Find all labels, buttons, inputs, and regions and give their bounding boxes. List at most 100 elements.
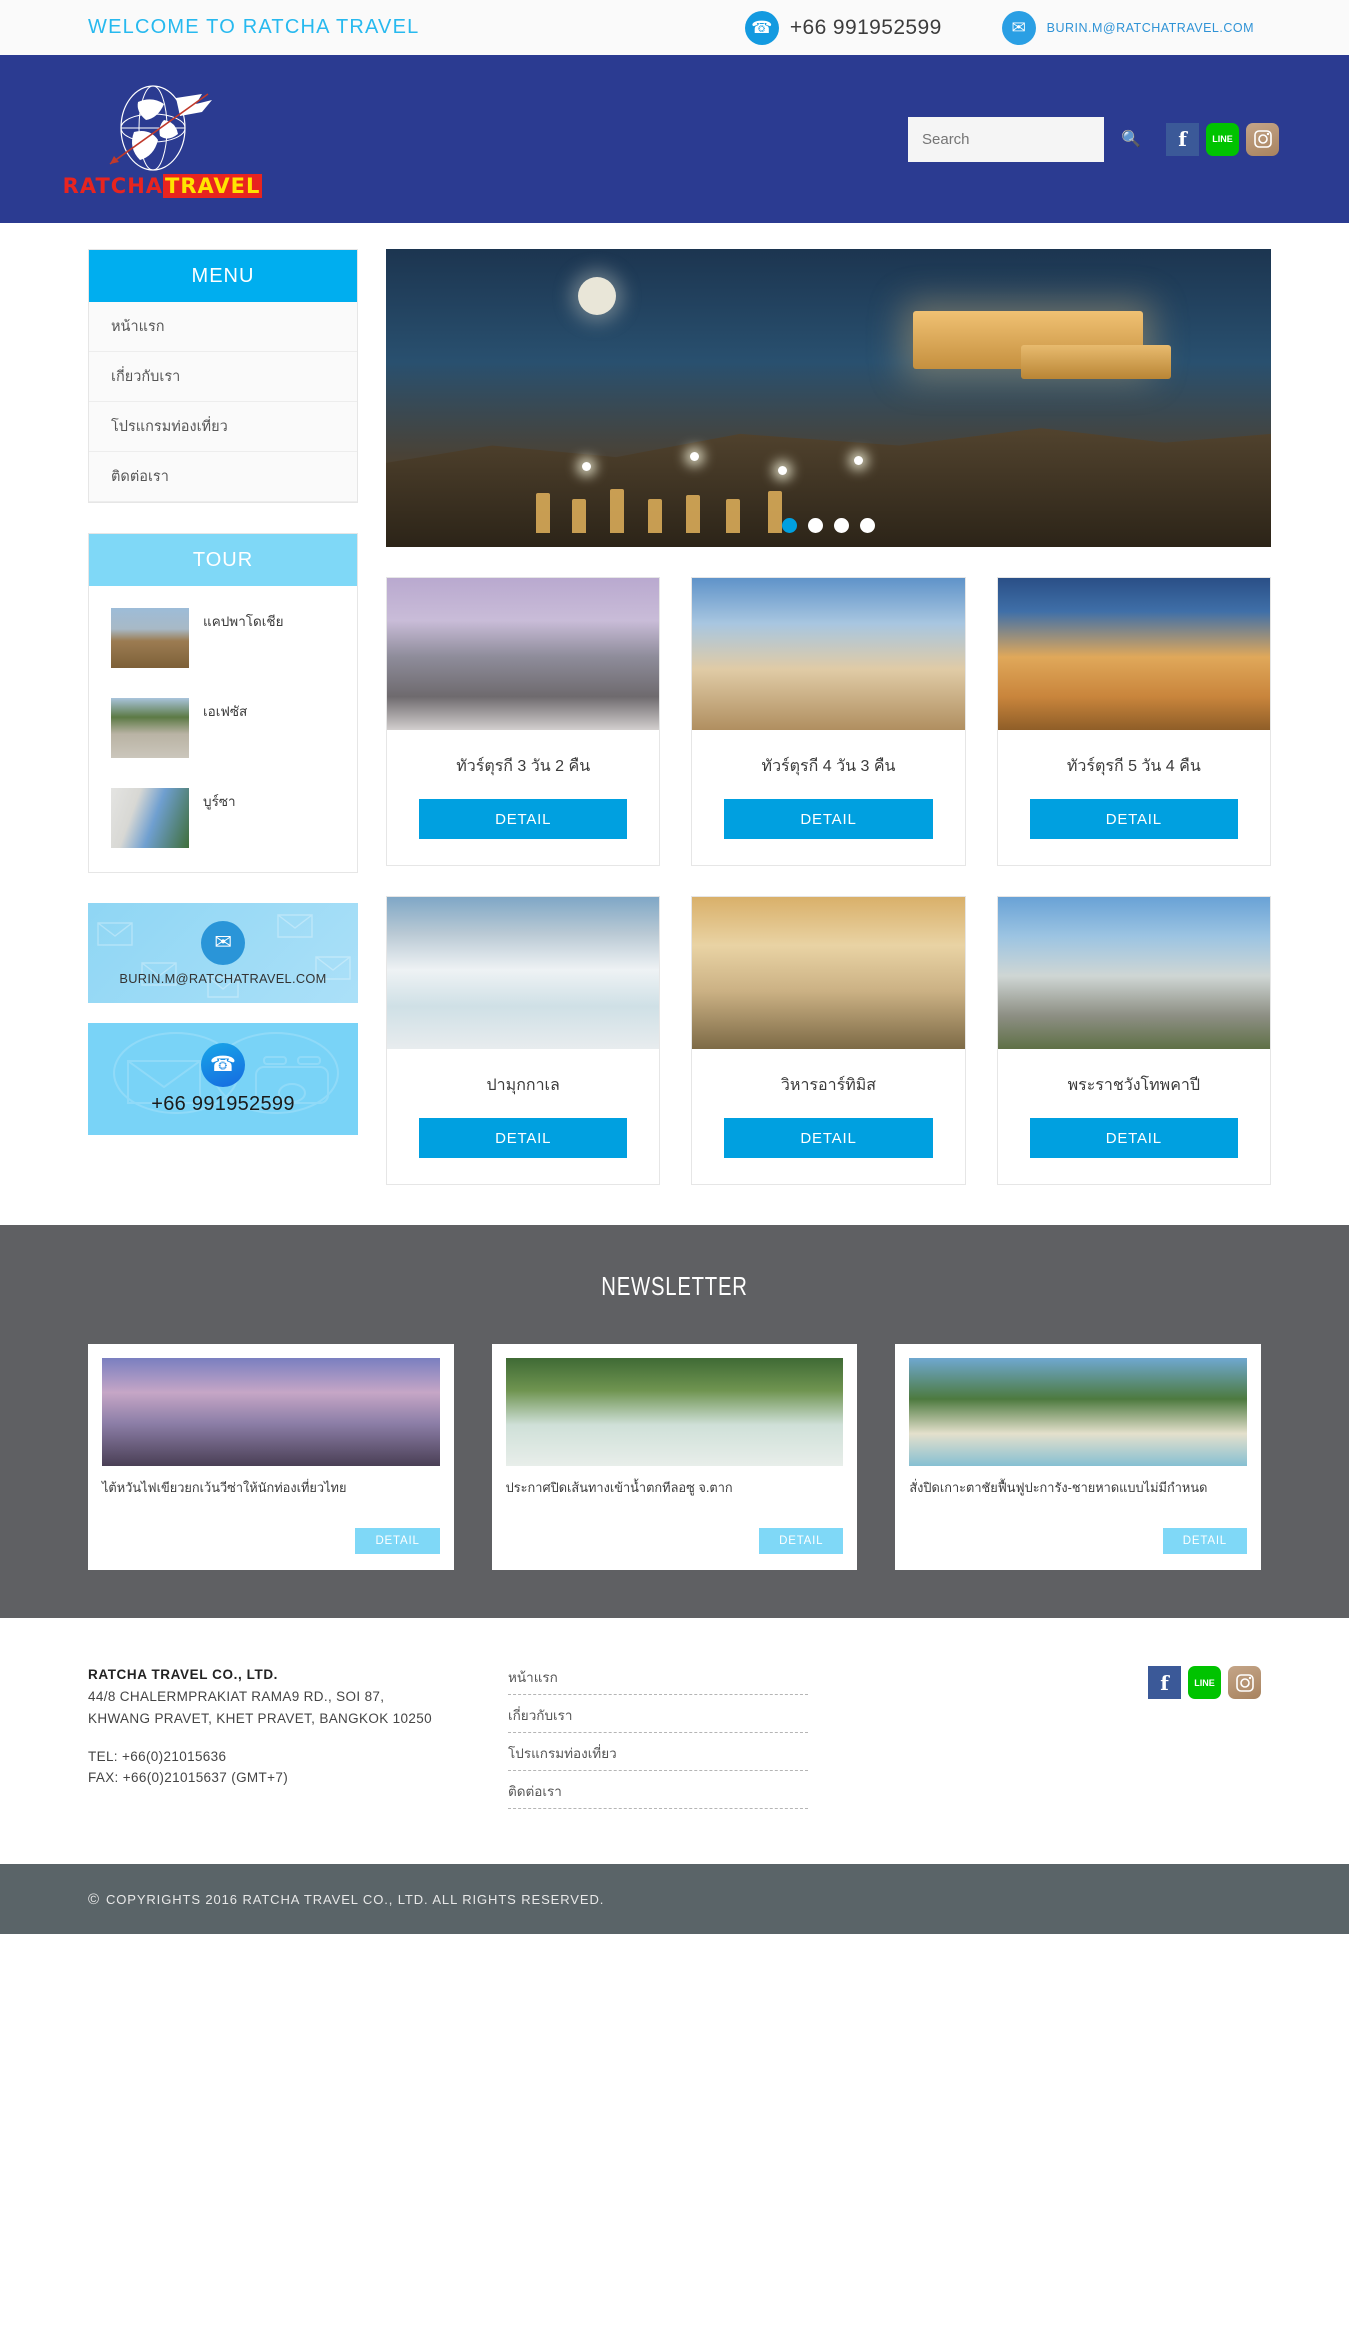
footer-fax: FAX: +66(0)21015637 (GMT+7) xyxy=(88,1770,289,1786)
footer-nav: หน้าแรก เกี่ยวกับเรา โปรแกรมท่องเที่ยว ต… xyxy=(508,1664,808,1818)
search-input[interactable] xyxy=(922,130,1121,148)
footer-divider xyxy=(508,1808,808,1809)
footer-spacer xyxy=(88,1730,508,1746)
tour-card-image xyxy=(997,897,1270,1049)
copyright-bar: © COPYRIGHTS 2016 RATCHA TRAVEL CO., LTD… xyxy=(0,1864,1349,1934)
tour-panel: TOUR แคปพาโดเชีย เอเฟซัส บูร์ซา xyxy=(88,533,358,873)
tour-card-title: ทัวร์ตุรกี 5 วัน 4 คืน xyxy=(1066,758,1201,775)
tour-card[interactable]: ทัวร์ตุรกี 3 วัน 2 คืน DETAIL xyxy=(386,577,661,866)
instagram-icon[interactable] xyxy=(1228,1666,1261,1699)
logo[interactable]: RATCHATRAVEL xyxy=(63,80,263,198)
list-item[interactable]: แคปพาโดเชีย xyxy=(111,608,341,668)
tour-card[interactable]: ทัวร์ตุรกี 4 วัน 3 คืน DETAIL xyxy=(691,577,966,866)
header-social-links: f LINE xyxy=(1166,122,1279,156)
tour-card-button-wrap: DETAIL xyxy=(998,799,1270,865)
newsletter-card-text: ประกาศปิดเส้นทางเข้าน้ำตกทีลอซู จ.ตาก xyxy=(505,1480,733,1495)
tour-card-title: วิหารอาร์ทิมิส xyxy=(780,1077,877,1094)
detail-button[interactable]: DETAIL xyxy=(1029,799,1238,839)
tour-card-grid-row2: ปามุกกาเล DETAIL วิหารอาร์ทิมิส DETAIL พ… xyxy=(386,896,1271,1185)
detail-button[interactable]: DETAIL xyxy=(759,1528,844,1554)
sidebar: MENU หน้าแรก เกี่ยวกับเรา โปรแกรมท่องเที… xyxy=(88,249,358,1155)
tour-card-image xyxy=(692,578,965,730)
tour-card[interactable]: พระราชวังโทพคาปี DETAIL xyxy=(996,896,1271,1185)
contact-email-text: BURIN.M@RATCHATRAVEL.COM xyxy=(119,970,327,986)
slider-dot-1[interactable] xyxy=(782,518,797,533)
facebook-icon[interactable]: f xyxy=(1148,1666,1181,1699)
footer-company-name: RATCHA TRAVEL CO., LTD. xyxy=(88,1667,279,1682)
tour-thumbnail xyxy=(111,608,189,668)
slider-dots[interactable] xyxy=(386,518,1271,533)
tour-list: แคปพาโดเชีย เอเฟซัส บูร์ซา xyxy=(89,586,357,872)
footer-address-line-2: KHWANG PRAVET, KHET PRAVET, BANGKOK 1025… xyxy=(88,1710,432,1726)
topbar-email[interactable]: ✉ BURIN.M@RATCHATRAVEL.COM xyxy=(1001,10,1254,45)
footer-nav-item-about[interactable]: เกี่ยวกับเรา xyxy=(508,1704,808,1732)
slider-dot-2[interactable] xyxy=(808,518,823,533)
tour-card[interactable]: ทัวร์ตุรกี 5 วัน 4 คืน DETAIL xyxy=(996,577,1271,866)
footer-nav-item-home[interactable]: หน้าแรก xyxy=(508,1666,808,1694)
tour-card-image xyxy=(997,578,1270,730)
sidebar-item-programs[interactable]: โปรแกรมท่องเที่ยว xyxy=(89,402,357,452)
sidebar-item-home[interactable]: หน้าแรก xyxy=(89,302,357,352)
sidebar-item-contact[interactable]: ติดต่อเรา xyxy=(89,452,357,502)
tour-card-title: ทัวร์ตุรกี 4 วัน 3 คืน xyxy=(761,758,896,775)
newsletter-card[interactable]: สั่งปิดเกาะตาชัยฟื้นฟูปะการัง-ชายหาดแบบไ… xyxy=(895,1344,1262,1570)
footer-nav-item-contact[interactable]: ติดต่อเรา xyxy=(508,1780,808,1808)
detail-button[interactable]: DETAIL xyxy=(419,1118,628,1158)
tour-card-grid-row1: ทัวร์ตุรกี 3 วัน 2 คืน DETAIL ทัวร์ตุรกี… xyxy=(386,577,1271,866)
newsletter-grid: ไต้หวันไฟเขียวยกเว้นวีซ่าให้นักท่องเที่ย… xyxy=(0,1344,1349,1570)
footer-social-links: f LINE xyxy=(1148,1664,1261,1699)
detail-button[interactable]: DETAIL xyxy=(1029,1118,1238,1158)
sidebar-item-about[interactable]: เกี่ยวกับเรา xyxy=(89,352,357,402)
list-item[interactable]: เอเฟซัส xyxy=(111,698,341,758)
line-icon[interactable]: LINE xyxy=(1206,122,1239,156)
detail-button[interactable]: DETAIL xyxy=(724,799,933,839)
tour-card[interactable]: ปามุกกาเล DETAIL xyxy=(386,896,661,1185)
detail-button[interactable]: DETAIL xyxy=(724,1118,933,1158)
tour-card-title: ปามุกกาเล xyxy=(486,1077,560,1094)
tour-card-title: ทัวร์ตุรกี 3 วัน 2 คืน xyxy=(456,758,591,775)
menu-panel: MENU หน้าแรก เกี่ยวกับเรา โปรแกรมท่องเที… xyxy=(88,249,358,503)
light-flare xyxy=(582,462,591,471)
newsletter-section: NEWSLETTER ไต้หวันไฟเขียวยกเว้นวีซ่าให้น… xyxy=(0,1225,1349,1618)
newsletter-card-text: สั่งปิดเกาะตาชัยฟื้นฟูปะการัง-ชายหาดแบบไ… xyxy=(909,1480,1208,1495)
slider-dot-3[interactable] xyxy=(834,518,849,533)
hero-slider[interactable] xyxy=(386,249,1271,547)
content-area: ทัวร์ตุรกี 3 วัน 2 คืน DETAIL ทัวร์ตุรกี… xyxy=(386,249,1271,1185)
search-icon[interactable]: 🔍 xyxy=(1121,129,1141,149)
contact-card-phone[interactable]: ☎ +66 991952599 xyxy=(88,1023,358,1135)
facebook-icon[interactable]: f xyxy=(1166,122,1199,156)
slider-dot-4[interactable] xyxy=(860,518,875,533)
phone-icon: ☎ xyxy=(744,10,779,45)
tour-card-title: พระราชวังโทพคาปี xyxy=(1067,1077,1201,1094)
tour-card-button-wrap: DETAIL xyxy=(692,1118,964,1184)
list-item[interactable]: บูร์ซา xyxy=(111,788,341,848)
detail-button[interactable]: DETAIL xyxy=(1162,1528,1248,1554)
copyright-text: COPYRIGHTS 2016 RATCHA TRAVEL CO., LTD. … xyxy=(105,1891,605,1907)
tour-thumbnail xyxy=(111,698,189,758)
tour-card-image xyxy=(387,897,660,1049)
topbar-email-address: BURIN.M@RATCHATRAVEL.COM xyxy=(1046,20,1254,35)
newsletter-card-button-wrap: DETAIL xyxy=(506,1528,844,1554)
acropolis-lower-decoration xyxy=(1021,345,1171,379)
detail-button[interactable]: DETAIL xyxy=(419,799,628,839)
footer-nav-item-programs[interactable]: โปรแกรมท่องเที่ยว xyxy=(508,1742,808,1770)
contact-card-email[interactable]: ✉ BURIN.M@RATCHATRAVEL.COM xyxy=(88,903,358,1003)
light-flare xyxy=(690,452,699,461)
footer-divider xyxy=(508,1770,808,1771)
detail-button[interactable]: DETAIL xyxy=(355,1528,440,1554)
tour-card-image xyxy=(692,897,965,1049)
instagram-icon[interactable] xyxy=(1246,122,1279,156)
footer-tel: TEL: +66(0)21015636 xyxy=(88,1748,227,1764)
newsletter-card-text: ไต้หวันไฟเขียวยกเว้นวีซ่าให้นักท่องเที่ย… xyxy=(102,1480,347,1495)
newsletter-card[interactable]: ประกาศปิดเส้นทางเข้าน้ำตกทีลอซู จ.ตาก DE… xyxy=(491,1344,858,1570)
tour-card[interactable]: วิหารอาร์ทิมิส DETAIL xyxy=(691,896,966,1185)
footer-divider xyxy=(508,1694,808,1695)
search-bar[interactable]: 🔍 xyxy=(908,116,1141,162)
phone-icon: ☎ xyxy=(201,1042,245,1087)
list-item-label: บูร์ซา xyxy=(203,794,236,809)
topbar-phone[interactable]: ☎ +66 991952599 xyxy=(744,10,942,45)
line-icon[interactable]: LINE xyxy=(1188,1666,1221,1699)
main-content: MENU หน้าแรก เกี่ยวกับเรา โปรแกรมท่องเที… xyxy=(0,223,1349,1225)
newsletter-card-image xyxy=(505,1358,844,1466)
newsletter-card[interactable]: ไต้หวันไฟเขียวยกเว้นวีซ่าให้นักท่องเที่ย… xyxy=(88,1344,454,1570)
